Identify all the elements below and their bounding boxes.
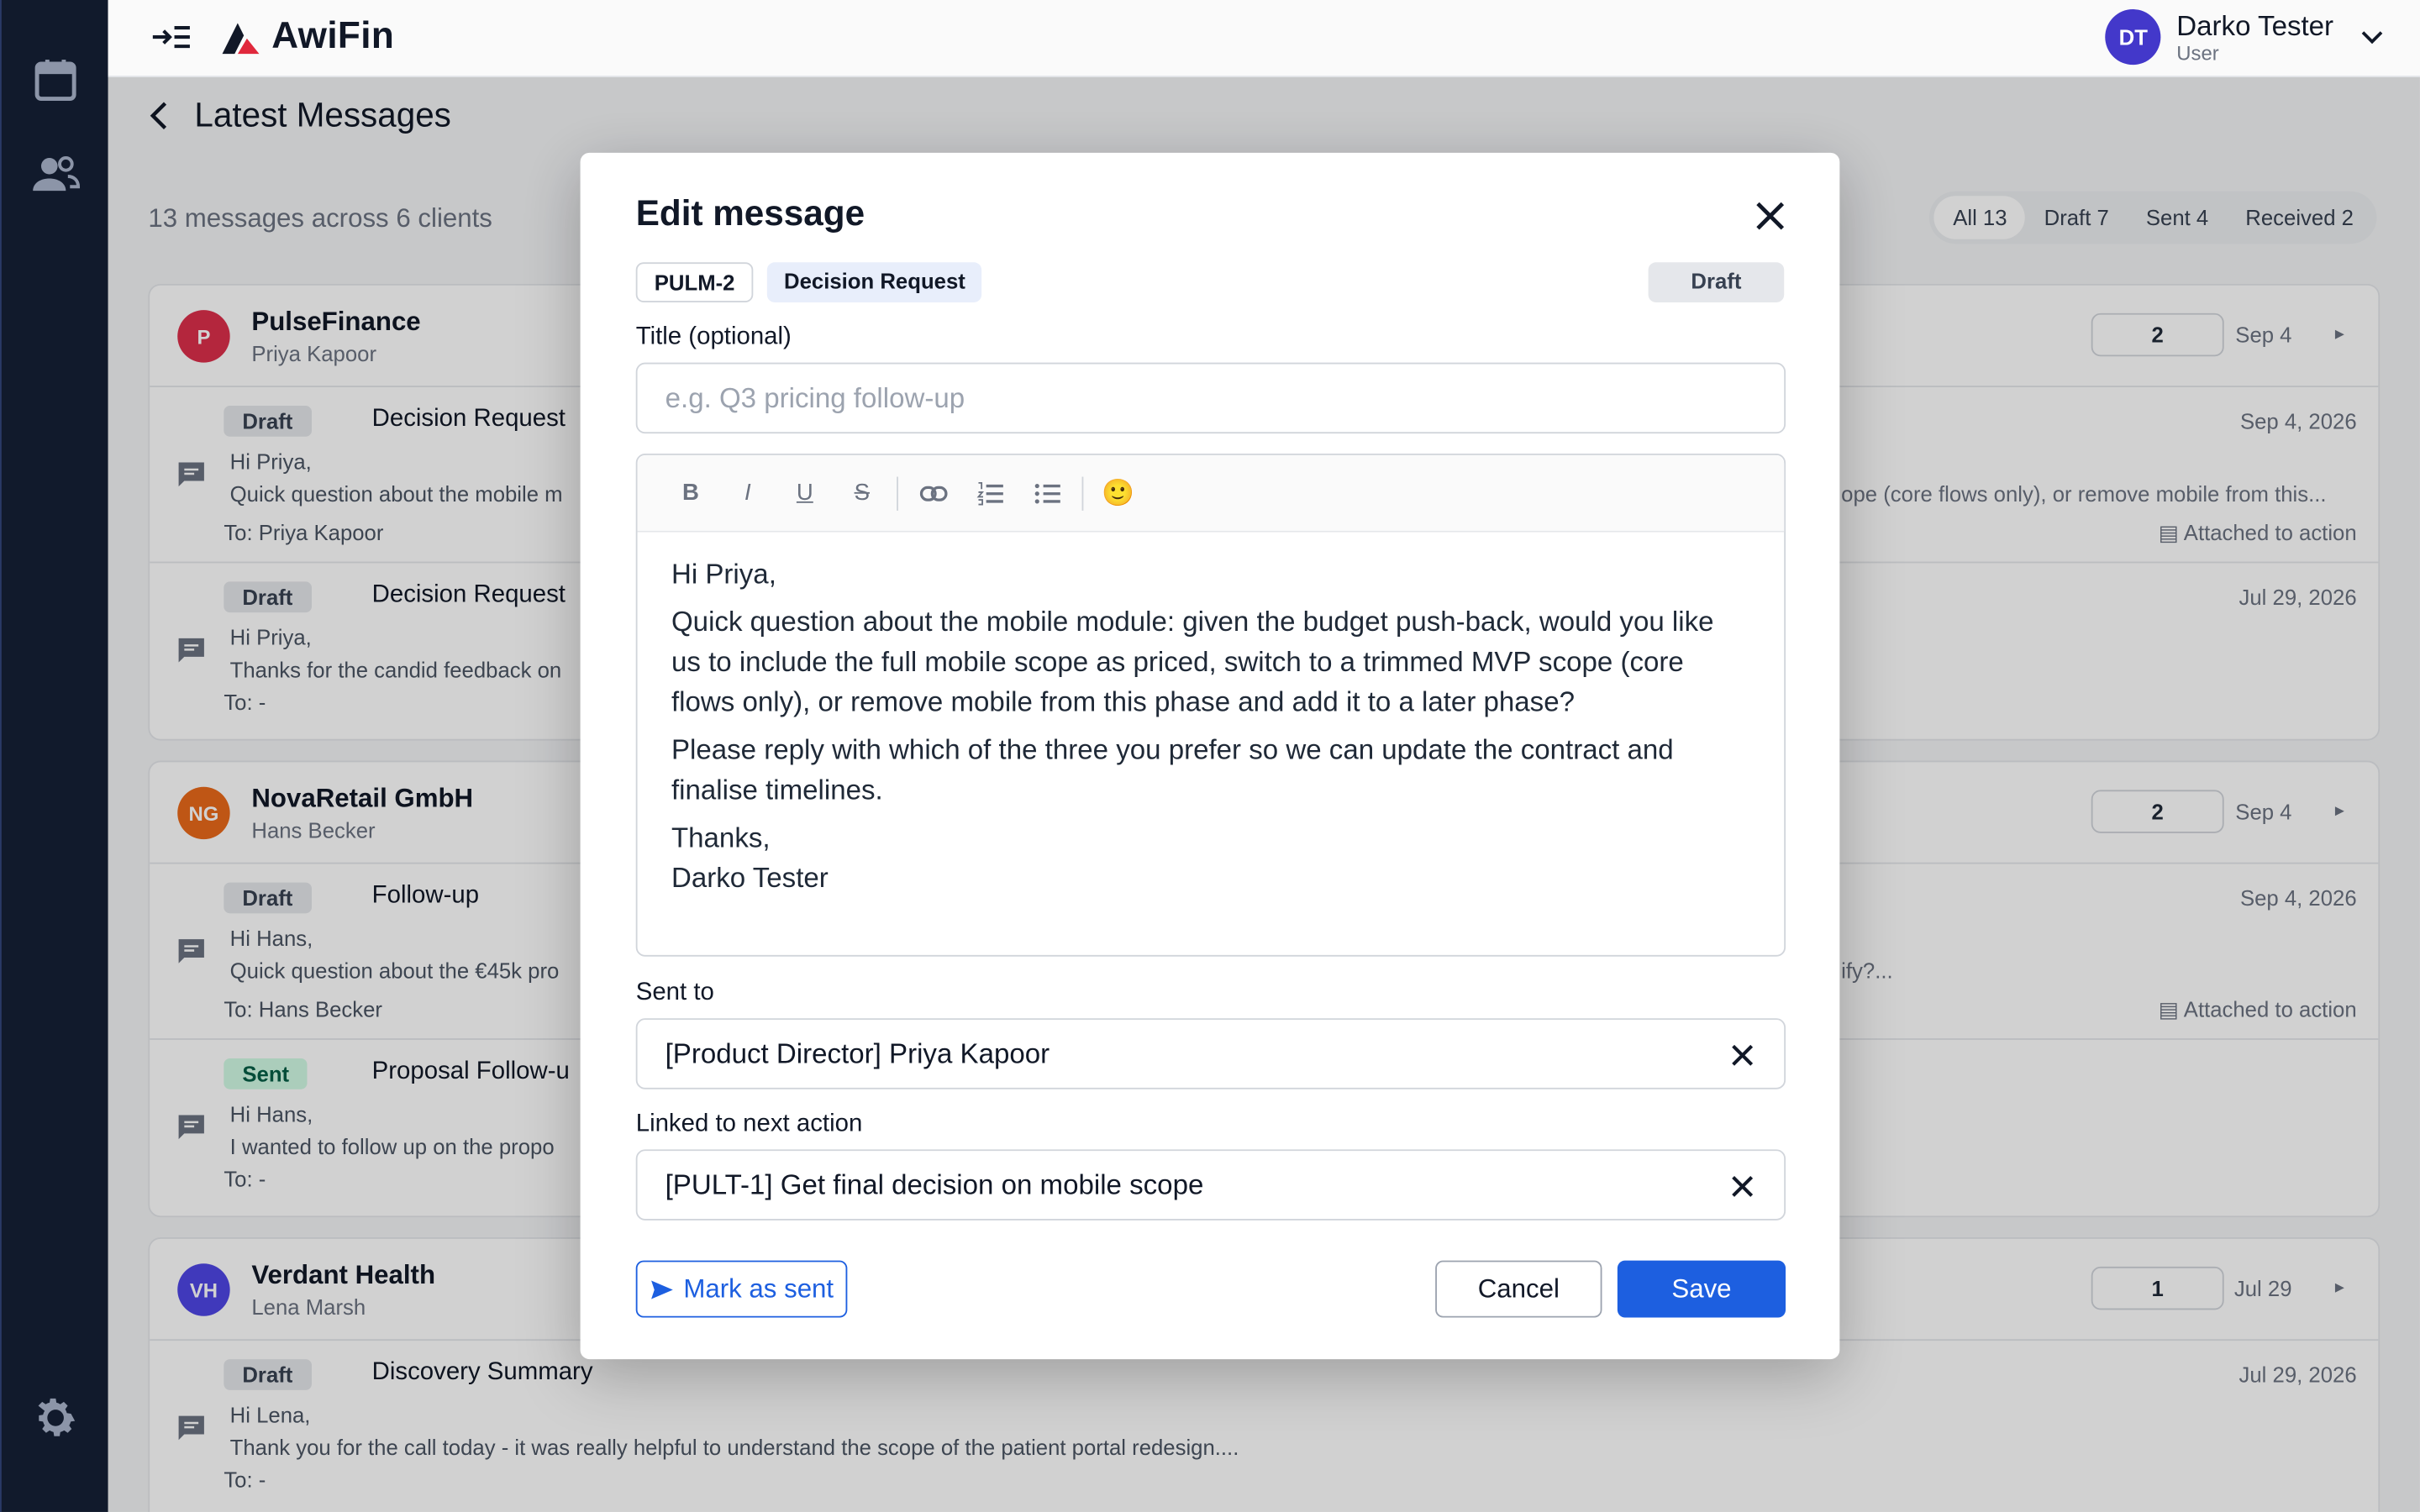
body-paragraph: Quick question about the mobile module: … xyxy=(671,606,1714,718)
calendar-icon[interactable] xyxy=(29,54,82,106)
linked-action-value: [PULT-1] Get final decision on mobile sc… xyxy=(665,1169,1204,1200)
cancel-button[interactable]: Cancel xyxy=(1435,1260,1602,1318)
message-id-chip: PULM-2 xyxy=(635,262,754,302)
sent-to-select[interactable]: [Product Director] Priya Kapoor xyxy=(635,1018,1786,1089)
link-icon[interactable] xyxy=(904,470,961,516)
save-button[interactable]: Save xyxy=(1617,1260,1786,1318)
linked-action-select[interactable]: [PULT-1] Get final decision on mobile sc… xyxy=(635,1149,1786,1221)
toolbar-divider xyxy=(897,475,898,511)
bullet-list-icon[interactable] xyxy=(1018,470,1076,516)
ordered-list-icon[interactable] xyxy=(961,470,1018,516)
logo-mark-icon xyxy=(222,23,260,55)
sidebar xyxy=(0,0,108,1512)
send-icon xyxy=(650,1279,673,1299)
underline-icon[interactable]: U xyxy=(776,470,834,516)
body-paragraph: Please reply with which of the three you… xyxy=(671,734,1674,806)
message-body-text[interactable]: Hi Priya, Quick question about the mobil… xyxy=(638,533,1785,927)
formatting-toolbar: B I U S 🙂 xyxy=(637,454,1785,533)
message-type-chip: Decision Request xyxy=(766,262,983,302)
toolbar-divider xyxy=(1081,475,1084,511)
user-role: User xyxy=(2176,40,2219,65)
user-name: Darko Tester xyxy=(2176,9,2334,41)
edit-message-dialog: Edit message PULM-2 Decision Request Dra… xyxy=(580,152,1840,1360)
body-signature: Darko Tester xyxy=(671,862,829,894)
expand-sidebar-icon[interactable] xyxy=(151,22,192,53)
body-paragraph: Thanks, xyxy=(671,822,771,853)
chevron-down-icon xyxy=(2361,31,2383,45)
user-avatar: DT xyxy=(2105,9,2161,66)
title-input[interactable]: e.g. Q3 pricing follow-up xyxy=(635,362,1786,434)
close-icon[interactable] xyxy=(1753,199,1786,233)
linked-action-label: Linked to next action xyxy=(635,1110,863,1137)
settings-gear-icon[interactable] xyxy=(29,1392,82,1444)
italic-icon[interactable]: I xyxy=(719,470,776,516)
user-menu[interactable]: DT Darko Tester User xyxy=(2105,9,2386,66)
body-paragraph: Hi Priya, xyxy=(671,558,776,590)
dialog-title: Edit message xyxy=(635,192,865,234)
clear-icon[interactable] xyxy=(1728,1173,1756,1200)
clients-icon[interactable] xyxy=(29,148,82,200)
message-body-editor[interactable]: B I U S 🙂 Hi Priya, Quick question about… xyxy=(635,453,1786,957)
mark-as-sent-button[interactable]: Mark as sent xyxy=(635,1260,848,1318)
title-field-label: Title (optional) xyxy=(635,323,792,350)
strikethrough-icon[interactable]: S xyxy=(834,470,891,516)
app-logo[interactable]: AwiFin xyxy=(222,15,394,58)
emoji-icon[interactable]: 🙂 xyxy=(1090,470,1147,516)
sent-to-label: Sent to xyxy=(635,979,714,1006)
clear-icon[interactable] xyxy=(1728,1042,1756,1069)
top-bar: AwiFin DT Darko Tester User xyxy=(108,0,2420,77)
status-chip: Draft xyxy=(1648,262,1785,302)
app-name: AwiFin xyxy=(271,15,395,57)
sent-to-value: [Product Director] Priya Kapoor xyxy=(665,1038,1050,1069)
bold-icon[interactable]: B xyxy=(662,470,719,516)
